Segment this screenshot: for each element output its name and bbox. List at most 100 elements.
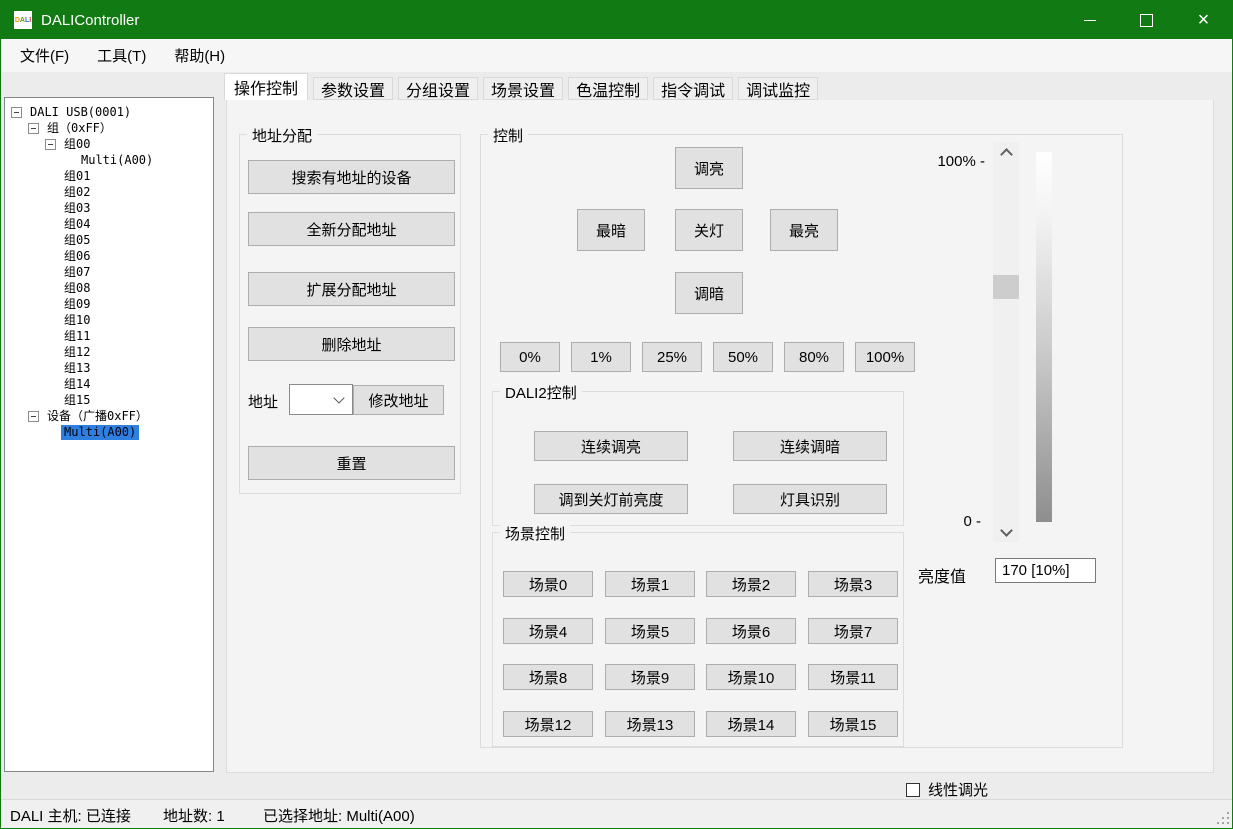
tree-expander-icon[interactable] — [28, 411, 39, 422]
scrollbar-thumb[interactable] — [993, 275, 1019, 299]
address-combobox[interactable] — [289, 384, 353, 415]
tree-expander-icon[interactable] — [28, 123, 39, 134]
tree-item[interactable]: 组06 — [61, 249, 93, 264]
scene-button-3[interactable]: 场景3 — [808, 571, 898, 597]
luminaire-identify-button[interactable]: 灯具识别 — [733, 484, 887, 514]
tree-item[interactable]: 组10 — [61, 313, 93, 328]
delete-address-button[interactable]: 删除地址 — [248, 327, 455, 361]
dim-button[interactable]: 调暗 — [675, 272, 743, 314]
menu-help[interactable]: 帮助(H) — [174, 45, 225, 66]
brightness-value-field[interactable]: 170 [10%] — [995, 558, 1096, 583]
scene-button-10[interactable]: 场景10 — [706, 664, 796, 690]
brightest-button[interactable]: 最亮 — [770, 209, 838, 251]
tree-item[interactable]: 组07 — [61, 265, 93, 280]
tree-item[interactable]: 组09 — [61, 297, 93, 312]
device-tree[interactable]: DALI USB(0001)组（0xFF）组00Multi(A00)组01组02… — [4, 97, 214, 772]
percent-button-1[interactable]: 1% — [571, 342, 631, 372]
tab-command-debug[interactable]: 指令调试 — [653, 77, 733, 100]
continuous-brighten-button[interactable]: 连续调亮 — [534, 431, 688, 461]
scene-button-9[interactable]: 场景9 — [605, 664, 695, 690]
percent-button-row: 0% 1% 25% 50% 80% 100% — [500, 342, 915, 372]
tab-color-temp-control[interactable]: 色温控制 — [568, 77, 648, 100]
tree-item[interactable]: 组14 — [61, 377, 93, 392]
percent-button-50[interactable]: 50% — [713, 342, 773, 372]
scene-button-12[interactable]: 场景12 — [503, 711, 593, 737]
tree-row: Multi(A00) — [5, 152, 213, 168]
status-host: DALI 主机: 已连接 — [10, 805, 131, 826]
tree-row: 组14 — [5, 376, 213, 392]
lights-off-button[interactable]: 关灯 — [675, 209, 743, 251]
linear-dimming-checkbox[interactable] — [906, 783, 920, 797]
brighten-button[interactable]: 调亮 — [675, 147, 743, 189]
chevron-down-icon — [333, 392, 344, 403]
tree-item[interactable]: 组12 — [61, 345, 93, 360]
percent-button-80[interactable]: 80% — [784, 342, 844, 372]
tree-item[interactable]: 组11 — [61, 329, 93, 344]
search-addressed-devices-button[interactable]: 搜索有地址的设备 — [248, 160, 455, 194]
resize-grip[interactable] — [1217, 812, 1229, 824]
modify-address-button[interactable]: 修改地址 — [353, 385, 444, 415]
tree-row: 组02 — [5, 184, 213, 200]
tree-row: 组07 — [5, 264, 213, 280]
tree-expander-icon[interactable] — [11, 107, 22, 118]
tree-item[interactable]: 组13 — [61, 361, 93, 376]
tree-item[interactable]: 组15 — [61, 393, 93, 408]
scene-button-15[interactable]: 场景15 — [808, 711, 898, 737]
tree-item[interactable]: 组01 — [61, 169, 93, 184]
tab-parameter-settings[interactable]: 参数设置 — [313, 77, 393, 100]
tree-item[interactable]: 组05 — [61, 233, 93, 248]
tree-item[interactable]: 组00 — [61, 137, 93, 152]
scroll-up-icon[interactable] — [993, 142, 1019, 162]
scene-button-11[interactable]: 场景11 — [808, 664, 898, 690]
tab-operation-control[interactable]: 操作控制 — [224, 73, 308, 100]
tree-item[interactable]: Multi(A00) — [61, 425, 139, 440]
brightness-scrollbar[interactable] — [993, 142, 1019, 542]
scene-button-8[interactable]: 场景8 — [503, 664, 593, 690]
restore-pre-off-brightness-button[interactable]: 调到关灯前亮度 — [534, 484, 688, 514]
scroll-down-icon[interactable] — [993, 522, 1019, 542]
tree-item[interactable]: 组04 — [61, 217, 93, 232]
tree-expander-icon[interactable] — [45, 139, 56, 150]
extend-assign-address-button[interactable]: 扩展分配地址 — [248, 272, 455, 306]
scene-button-0[interactable]: 场景0 — [503, 571, 593, 597]
percent-button-0[interactable]: 0% — [500, 342, 560, 372]
minimize-icon[interactable] — [1061, 1, 1118, 39]
tree-item[interactable]: DALI USB(0001) — [27, 105, 134, 120]
close-icon[interactable]: × — [1175, 1, 1232, 39]
menu-tools[interactable]: 工具(T) — [97, 45, 146, 66]
tab-group-settings[interactable]: 分组设置 — [398, 77, 478, 100]
tree-row: 组04 — [5, 216, 213, 232]
reset-button[interactable]: 重置 — [248, 446, 455, 480]
scene-button-1[interactable]: 场景1 — [605, 571, 695, 597]
tab-scene-settings[interactable]: 场景设置 — [483, 77, 563, 100]
assign-new-address-button[interactable]: 全新分配地址 — [248, 212, 455, 246]
scene-button-5[interactable]: 场景5 — [605, 618, 695, 644]
menu-file[interactable]: 文件(F) — [20, 45, 69, 66]
scene-button-4[interactable]: 场景4 — [503, 618, 593, 644]
tree-row: 组00 — [5, 136, 213, 152]
tree-row: 组（0xFF） — [5, 120, 213, 136]
tree-item[interactable]: 设备（广播0xFF） — [44, 409, 151, 424]
tree-row: 设备（广播0xFF） — [5, 408, 213, 424]
tab-page-operation-control: 地址分配 搜索有地址的设备 全新分配地址 扩展分配地址 删除地址 地址 修改地址… — [226, 100, 1214, 773]
continuous-dim-button[interactable]: 连续调暗 — [733, 431, 887, 461]
tree-item[interactable]: 组03 — [61, 201, 93, 216]
maximize-icon[interactable] — [1118, 1, 1175, 39]
percent-button-100[interactable]: 100% — [855, 342, 915, 372]
scene-button-6[interactable]: 场景6 — [706, 618, 796, 644]
scene-button-14[interactable]: 场景14 — [706, 711, 796, 737]
tree-row: Multi(A00) — [5, 424, 213, 440]
tree-item[interactable]: 组（0xFF） — [44, 121, 115, 136]
dimmest-button[interactable]: 最暗 — [577, 209, 645, 251]
tree-item[interactable]: Multi(A00) — [78, 153, 156, 168]
scene-button-13[interactable]: 场景13 — [605, 711, 695, 737]
linear-dimming-row: 线性调光 — [906, 779, 988, 800]
tree-item[interactable]: 组02 — [61, 185, 93, 200]
scene-button-2[interactable]: 场景2 — [706, 571, 796, 597]
slider-top-label: 100% - — [885, 153, 985, 170]
tab-debug-monitor[interactable]: 调试监控 — [738, 77, 818, 100]
percent-button-25[interactable]: 25% — [642, 342, 702, 372]
address-label: 地址 — [248, 391, 278, 412]
scene-button-7[interactable]: 场景7 — [808, 618, 898, 644]
tree-item[interactable]: 组08 — [61, 281, 93, 296]
